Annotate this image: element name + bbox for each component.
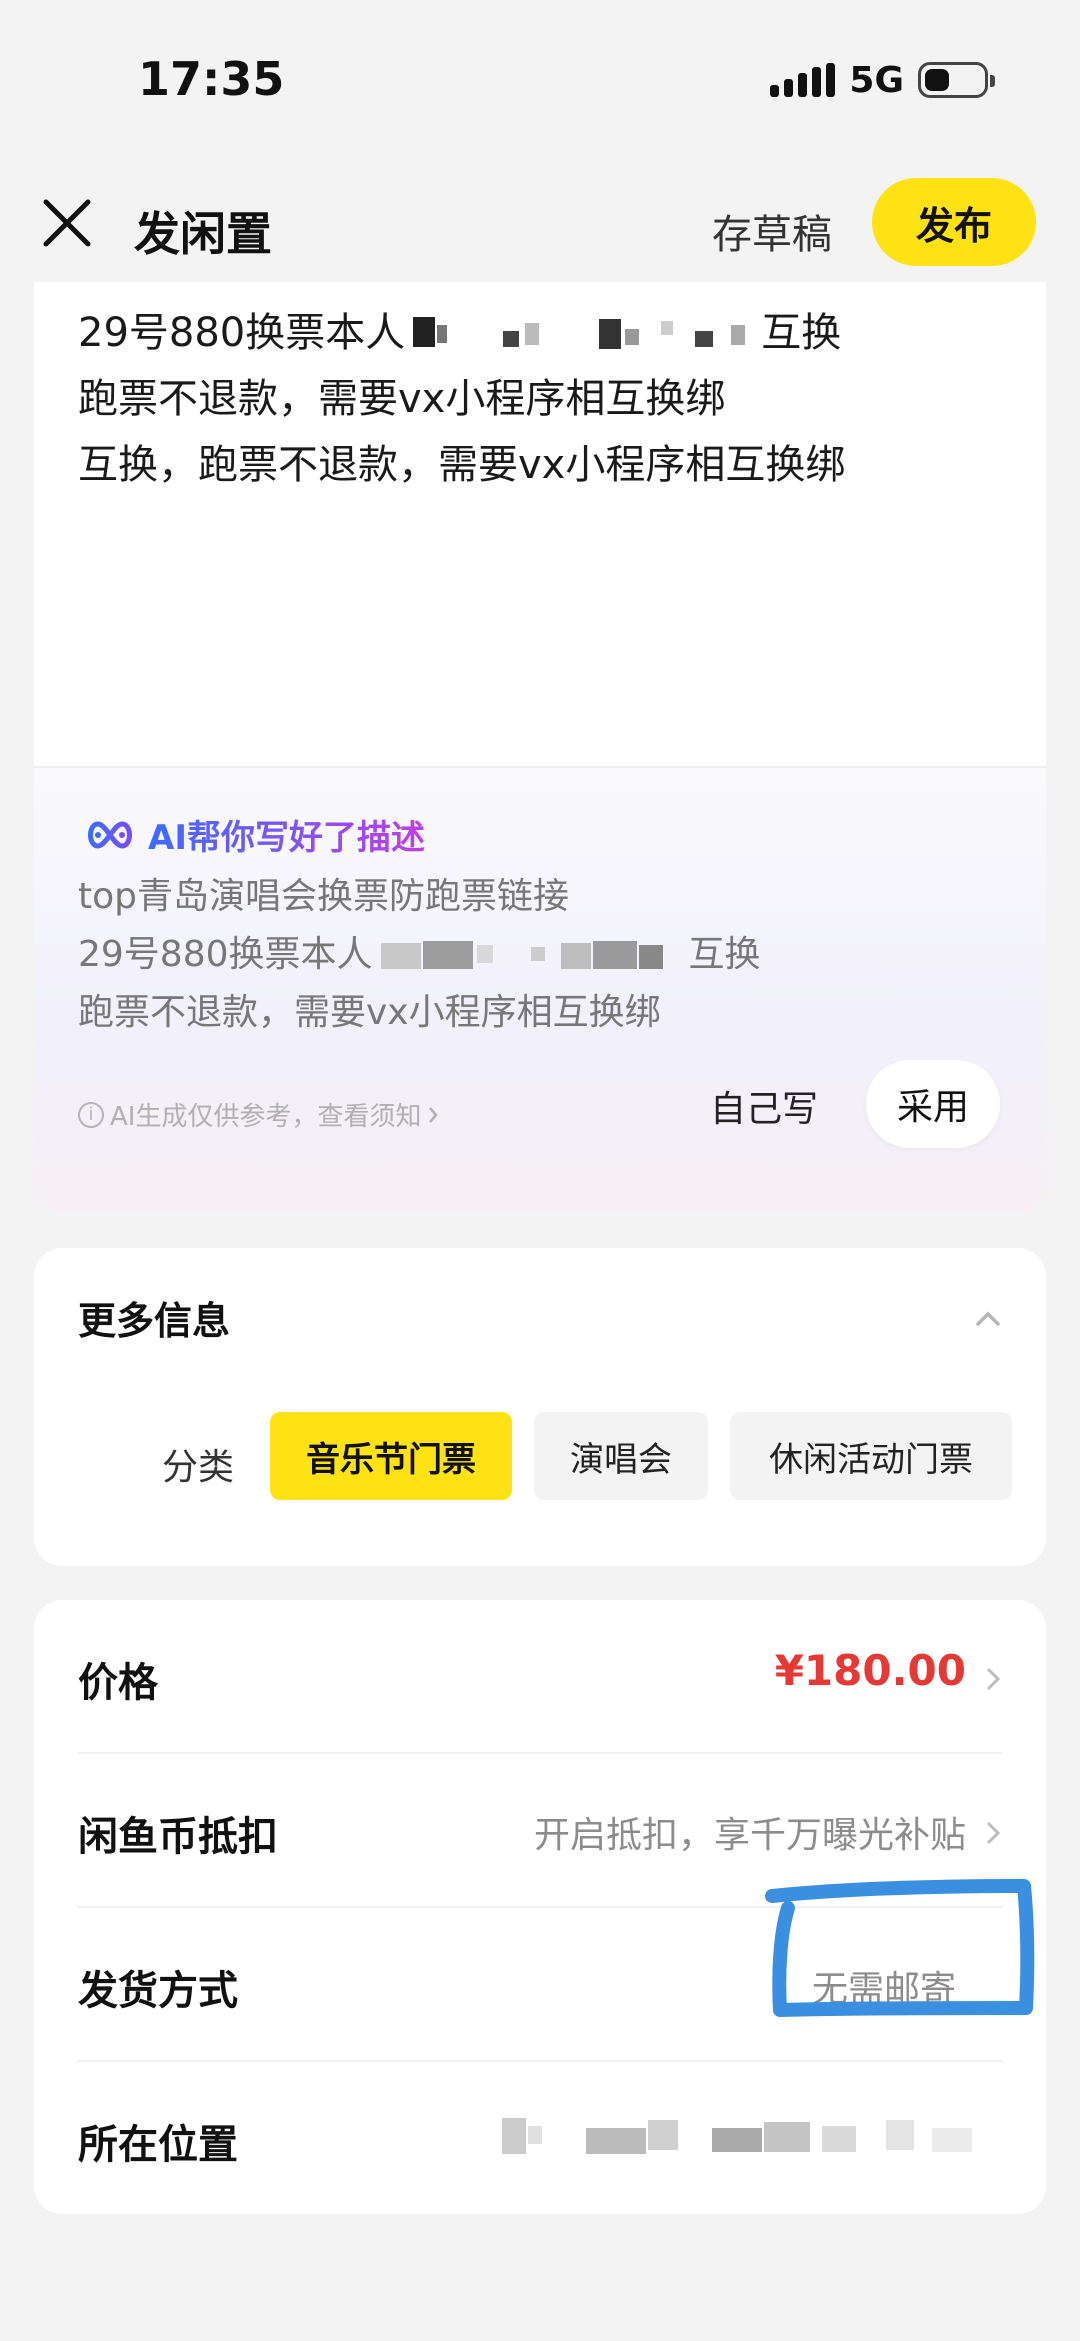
close-icon[interactable] bbox=[38, 194, 96, 252]
ai-suggestion-panel: AI帮你写好了描述 top青岛演唱会换票防跑票链接 29号880换票本人 互换 … bbox=[34, 766, 1046, 1212]
ai-suggested-text: top青岛演唱会换票防跑票链接 29号880换票本人 互换 跑票不退款，需要vx… bbox=[78, 868, 761, 1042]
save-draft-button[interactable]: 存草稿 bbox=[712, 202, 832, 260]
shipping-label: 发货方式 bbox=[78, 1968, 238, 2014]
chevron-right-icon bbox=[986, 1667, 1001, 1691]
redacted-mosaic bbox=[502, 2118, 972, 2154]
ai-infinity-icon bbox=[88, 820, 132, 849]
ai-text-fragment: 互换 bbox=[688, 934, 761, 975]
coin-deduction-label: 闲鱼币抵扣 bbox=[78, 1814, 278, 1860]
description-line: 29号880换票本人 互换 bbox=[78, 300, 998, 366]
price-row[interactable]: 价格 ¥180.00 bbox=[34, 1600, 1046, 1754]
chevron-up-icon[interactable] bbox=[974, 1304, 1002, 1332]
location-row[interactable]: 所在位置 bbox=[34, 2062, 1046, 2216]
location-label: 所在位置 bbox=[78, 2122, 238, 2168]
description-card: 29号880换票本人 互换 跑票不退款，需要vx小程序相互换绑 互换，跑票不退款… bbox=[34, 282, 1046, 1212]
description-text: 29号880换票本人 bbox=[78, 310, 406, 356]
category-label: 分类 bbox=[162, 1447, 235, 1488]
status-time: 17:35 bbox=[138, 52, 285, 106]
ai-text-line: 29号880换票本人 互换 bbox=[78, 926, 761, 984]
ai-text-line: top青岛演唱会换票防跑票链接 bbox=[78, 876, 569, 917]
ai-text-line: 跑票不退款，需要vx小程序相互换绑 bbox=[78, 992, 661, 1033]
price-label: 价格 bbox=[78, 1660, 158, 1706]
chevron-right-icon bbox=[429, 1106, 439, 1123]
category-chip-leisure[interactable]: 休闲活动门票 bbox=[730, 1412, 1012, 1500]
adopt-button[interactable]: 采用 bbox=[866, 1060, 1000, 1148]
more-info-card: 更多信息 分类 音乐节门票 演唱会 休闲活动门票 bbox=[34, 1248, 1046, 1566]
battery-icon bbox=[918, 62, 995, 98]
description-line: 互换，跑票不退款，需要vx小程序相互换绑 bbox=[78, 442, 846, 488]
ai-title: AI帮你写好了描述 bbox=[148, 810, 425, 859]
info-icon: i bbox=[78, 1101, 104, 1128]
publish-button[interactable]: 发布 bbox=[872, 178, 1036, 266]
category-chip-concert[interactable]: 演唱会 bbox=[534, 1412, 708, 1500]
ai-text-fragment: 29号880换票本人 bbox=[78, 934, 373, 975]
coin-deduction-value: 开启抵扣，享千万曝光补贴 bbox=[533, 1815, 966, 1856]
top-bar: 发闲置 存草稿 发布 bbox=[0, 176, 1080, 276]
description-text: 互换 bbox=[761, 310, 842, 356]
description-line: 跑票不退款，需要vx小程序相互换绑 bbox=[78, 376, 726, 422]
signal-icon bbox=[770, 63, 836, 97]
annotation-highlight-box bbox=[765, 1879, 1035, 2017]
item-details-card: 价格 ¥180.00 闲鱼币抵扣 开启抵扣，享千万曝光补贴 发货方式 无需邮寄 … bbox=[34, 1600, 1046, 2214]
ai-disclaimer-link[interactable]: i AI生成仅供参考，查看须知 bbox=[78, 1096, 439, 1133]
network-type: 5G bbox=[849, 59, 904, 101]
page-title: 发闲置 bbox=[134, 207, 272, 261]
ai-disclaimer-text: AI生成仅供参考，查看须知 bbox=[110, 1102, 422, 1132]
description-textarea[interactable]: 29号880换票本人 互换 跑票不退款，需要vx小程序相互换绑 互换，跑票不退款… bbox=[78, 300, 998, 498]
publish-idle-item-page: 17:35 5G 发闲置 存草稿 发布 29号880换票本人 互换 跑票不退款，… bbox=[0, 0, 1080, 2341]
redacted-mosaic bbox=[380, 941, 663, 969]
redacted-mosaic bbox=[413, 317, 746, 349]
write-myself-button[interactable]: 自己写 bbox=[710, 1080, 818, 1132]
ai-header: AI帮你写好了描述 bbox=[84, 810, 425, 859]
status-indicators: 5G bbox=[770, 58, 995, 102]
price-value: ¥180.00 bbox=[774, 1646, 966, 1695]
chevron-right-icon bbox=[986, 1821, 1001, 1845]
category-chip-music-festival[interactable]: 音乐节门票 bbox=[270, 1412, 512, 1500]
more-info-title: 更多信息 bbox=[78, 1299, 231, 1343]
